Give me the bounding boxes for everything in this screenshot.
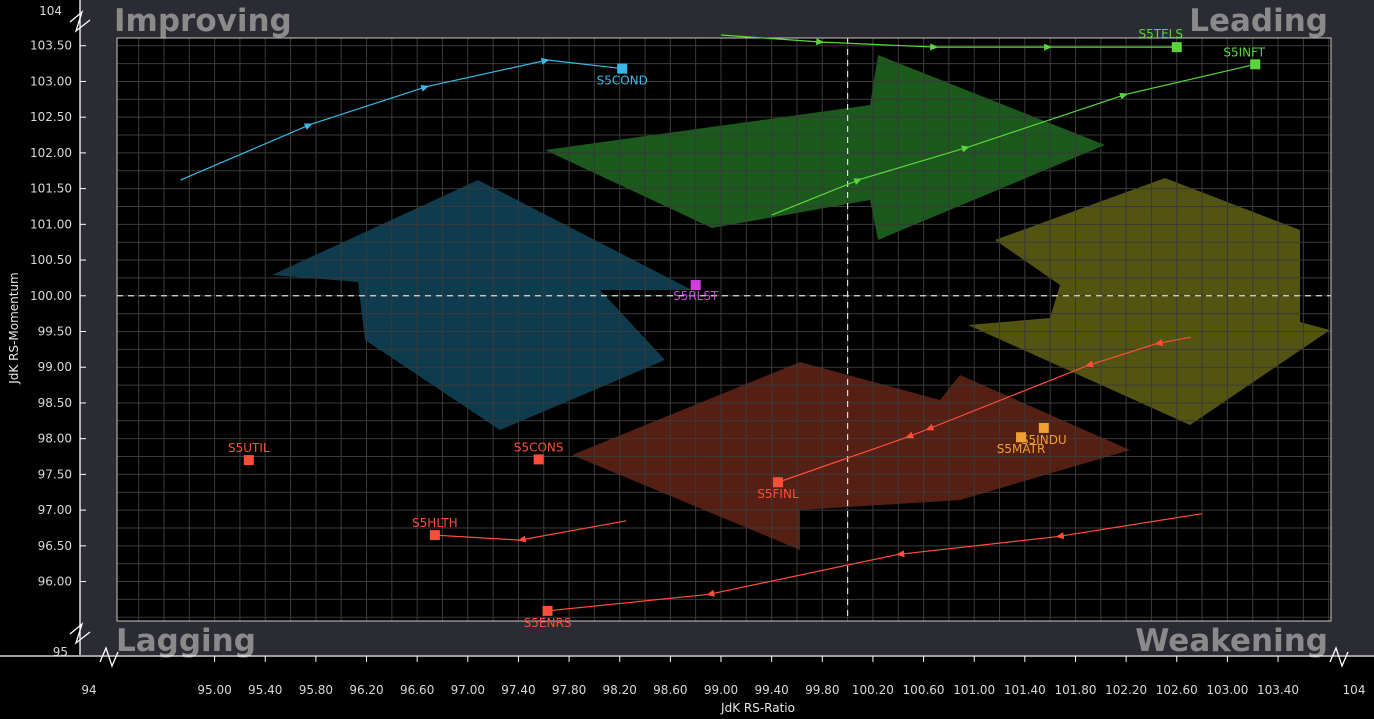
point-s5cond[interactable] [617, 63, 628, 74]
x-axis-title: JdK RS-Ratio [720, 701, 795, 715]
y-tick-label: 102.00 [30, 146, 72, 160]
quadrant-weakening-label: Weakening [1135, 623, 1328, 659]
label-s5tels: S5TELS [1139, 27, 1183, 41]
x-tick-label: 98.60 [653, 683, 687, 697]
y-tick-label: 98.50 [38, 396, 72, 410]
point-s5util[interactable] [243, 455, 254, 466]
point-s5inft[interactable] [1250, 59, 1261, 70]
x-tick-label: 101.40 [1004, 683, 1046, 697]
y-tick-label: 103.00 [30, 74, 72, 88]
point-s5cons[interactable] [533, 454, 544, 465]
x-tick-label: 100.20 [852, 683, 894, 697]
point-s5matr[interactable] [1016, 432, 1027, 443]
x-tick-label: 98.20 [603, 683, 637, 697]
point-s5indu[interactable] [1038, 422, 1049, 433]
x-tick-label: 95.40 [248, 683, 282, 697]
point-s5tels[interactable] [1171, 42, 1182, 53]
x-tick-label: 97.80 [552, 683, 586, 697]
x-tick-label: 102.20 [1105, 683, 1147, 697]
y-tick-label: 96.00 [38, 575, 72, 589]
y-tick-label: 101.50 [30, 182, 72, 196]
quadrant-lagging-label: Lagging [116, 623, 256, 659]
label-s5hlth: S5HLTH [412, 516, 458, 530]
x-tick-label: 96.20 [349, 683, 383, 697]
x-tick-label: 101.80 [1054, 683, 1096, 697]
x-tick-label: 97.00 [451, 683, 485, 697]
x-end-right-label: 104 [1343, 683, 1366, 697]
y-end-top-label: 104 [39, 4, 62, 18]
x-tick-label: 99.80 [805, 683, 839, 697]
label-s5inft: S5INFT [1223, 45, 1265, 59]
y-tick-label: 100.50 [30, 253, 72, 267]
y-tick-label: 99.50 [38, 325, 72, 339]
x-tick-label: 102.60 [1156, 683, 1198, 697]
x-tick-label: 95.80 [299, 683, 333, 697]
y-tick-label: 100.00 [30, 289, 72, 303]
y-tick-label: 101.00 [30, 217, 72, 231]
x-tick-label: 101.00 [953, 683, 995, 697]
x-tick-label: 97.40 [501, 683, 535, 697]
y-tick-label: 102.50 [30, 110, 72, 124]
y-tick-label: 96.50 [38, 539, 72, 553]
y-tick-label: 97.00 [38, 503, 72, 517]
y-tick-label: 99.00 [38, 360, 72, 374]
quadrant-improving-label: Improving [114, 3, 292, 39]
label-s5cons: S5CONS [514, 440, 564, 454]
y-axis-title: JdK RS-Momentum [7, 272, 21, 385]
x-tick-label: 103.40 [1257, 683, 1299, 697]
x-tick-label: 99.40 [754, 683, 788, 697]
label-s5matr: S5MATR [997, 442, 1046, 456]
x-end-left-label: 94 [81, 683, 96, 697]
x-tick-label: 100.60 [903, 683, 945, 697]
point-s5finl[interactable] [772, 477, 783, 488]
x-tick-label: 95.00 [197, 683, 231, 697]
x-tick-label: 99.00 [704, 683, 738, 697]
y-tick-label: 98.00 [38, 432, 72, 446]
label-s5util: S5UTIL [228, 441, 270, 455]
y-tick-label: 97.50 [38, 467, 72, 481]
y-tick-label: 103.50 [30, 39, 72, 53]
point-s5hlth[interactable] [429, 530, 440, 541]
y-end-bottom-label: 95 [53, 645, 68, 659]
label-s5rlst: S5RLST [673, 289, 719, 303]
label-s5enrs: S5ENRS [524, 616, 572, 630]
quadrant-leading-label: Leading [1189, 3, 1328, 39]
label-s5cond: S5COND [597, 74, 648, 88]
rrg-chart: Improving Leading Lagging Weakening 96.0… [0, 0, 1374, 719]
label-s5finl: S5FINL [757, 487, 799, 501]
x-tick-label: 103.00 [1206, 683, 1248, 697]
point-s5enrs[interactable] [542, 605, 553, 616]
x-tick-label: 96.60 [400, 683, 434, 697]
